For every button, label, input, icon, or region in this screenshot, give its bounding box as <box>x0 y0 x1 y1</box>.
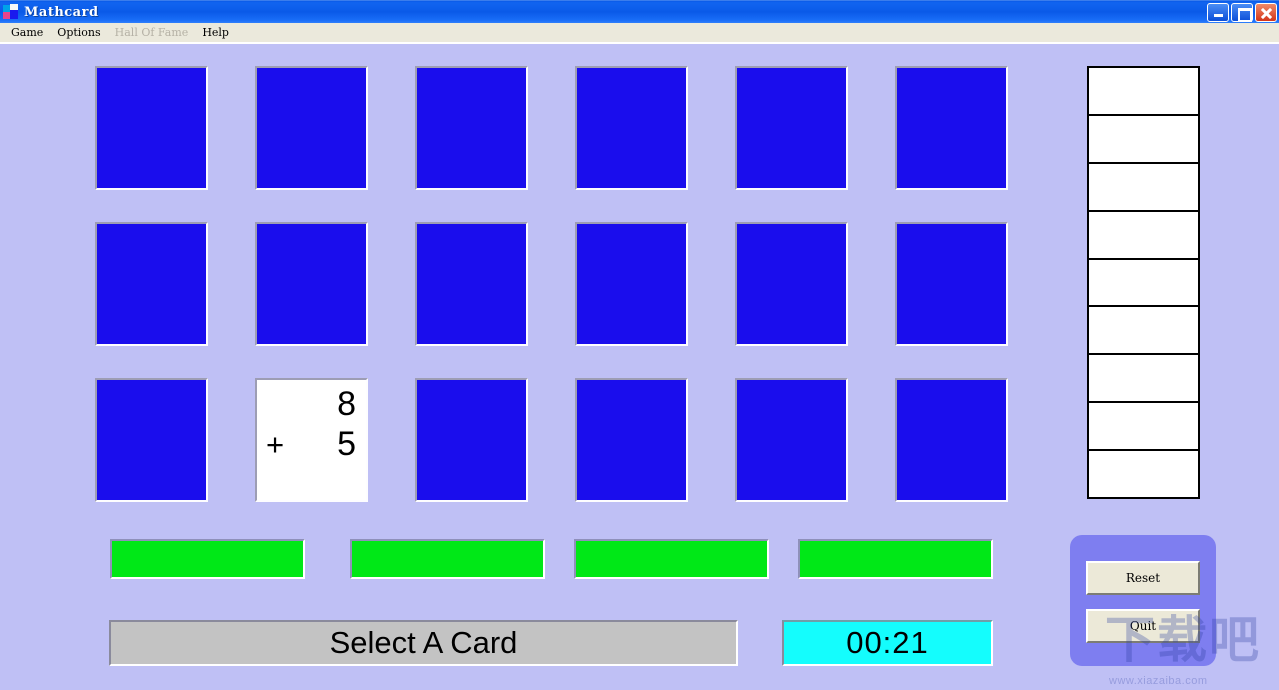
close-button[interactable] <box>1255 3 1277 22</box>
card-0[interactable] <box>95 66 208 190</box>
score-slot-7 <box>1089 403 1198 452</box>
timer-value: 00:21 <box>846 625 929 660</box>
card-13-faceup[interactable]: 8 + 5 <box>255 378 368 502</box>
card-3[interactable] <box>575 66 688 190</box>
mathcard-logo-icon <box>3 4 19 20</box>
card-14[interactable] <box>415 378 528 502</box>
window-title: Mathcard <box>24 4 99 20</box>
menu-item-game[interactable]: Game <box>4 24 50 41</box>
score-slot-4 <box>1089 259 1198 308</box>
score-slot-6 <box>1089 355 1198 404</box>
score-slot-5 <box>1089 307 1198 356</box>
card-operand-top: 8 <box>337 385 356 423</box>
score-slot-0 <box>1089 68 1198 116</box>
quit-button[interactable]: Quit <box>1086 609 1200 643</box>
score-slot-3 <box>1089 211 1198 260</box>
score-slot-1 <box>1089 115 1198 164</box>
menu-item-hall-of-fame: Hall Of Fame <box>114 26 189 39</box>
card-10[interactable] <box>735 222 848 346</box>
card-7[interactable] <box>255 222 368 346</box>
card-9[interactable] <box>575 222 688 346</box>
menu-bar: Game Options Hall Of Fame Help <box>0 23 1279 44</box>
progress-bar-3 <box>798 539 993 579</box>
restore-button[interactable] <box>1231 3 1253 22</box>
score-slot-2 <box>1089 163 1198 212</box>
title-bar: Mathcard <box>0 0 1279 23</box>
score-slot-8 <box>1089 451 1198 498</box>
card-8[interactable] <box>415 222 528 346</box>
card-16[interactable] <box>735 378 848 502</box>
card-15[interactable] <box>575 378 688 502</box>
reset-button[interactable]: Reset <box>1086 561 1200 595</box>
card-4[interactable] <box>735 66 848 190</box>
card-operator: + <box>266 427 285 462</box>
status-panel: Select A Card <box>109 620 738 666</box>
window-controls <box>1207 3 1277 22</box>
watermark-url: www.xiazaiba.com <box>1109 675 1208 687</box>
card-17[interactable] <box>895 378 1008 502</box>
menu-item-help[interactable]: Help <box>195 24 236 41</box>
card-12[interactable] <box>95 378 208 502</box>
timer-panel: 00:21 <box>782 620 993 666</box>
progress-bar-2 <box>574 539 769 579</box>
status-message: Select A Card <box>329 625 518 660</box>
menu-item-options[interactable]: Options <box>50 24 107 41</box>
card-11[interactable] <box>895 222 1008 346</box>
progress-bar-0 <box>110 539 305 579</box>
card-1[interactable] <box>255 66 368 190</box>
mathcard-window: Mathcard Game Options Hall Of Fame Help … <box>0 0 1279 690</box>
score-panel <box>1087 66 1200 499</box>
card-5[interactable] <box>895 66 1008 190</box>
control-panel: Reset Quit <box>1070 535 1216 666</box>
card-face: 8 + 5 <box>257 380 366 500</box>
progress-bar-1 <box>350 539 545 579</box>
card-6[interactable] <box>95 222 208 346</box>
card-operand-bottom: 5 <box>337 425 356 463</box>
minimize-button[interactable] <box>1207 3 1229 22</box>
card-2[interactable] <box>415 66 528 190</box>
